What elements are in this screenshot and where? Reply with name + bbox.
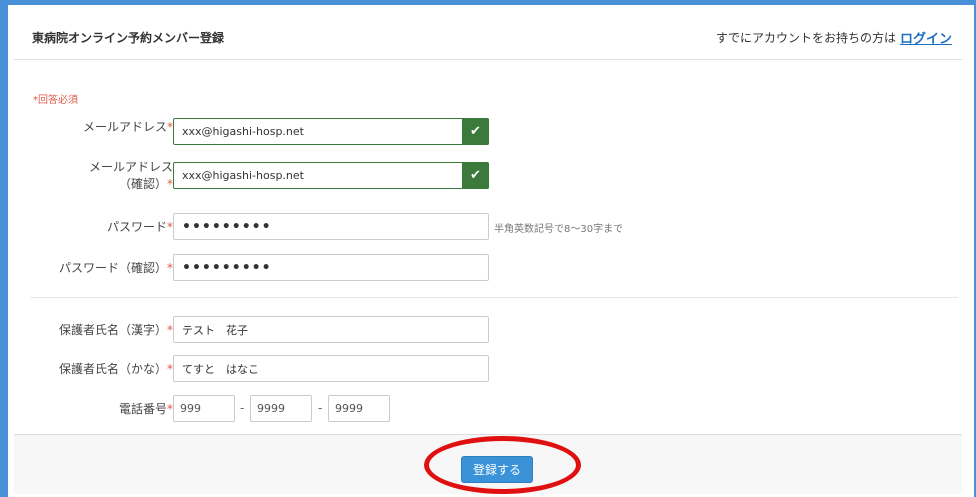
guardian-kanji-field[interactable]: テスト 花子 [173,316,489,343]
guardian-kana-label: 保護者氏名（かな）* [58,362,173,376]
password-confirm-row: パスワード（確認）* ••••••••• [14,254,962,284]
phone-part1-field[interactable]: 999 [173,395,235,422]
password-hint: 半角英数記号で8～30字まで [494,224,624,235]
check-icon: ✔ [462,118,489,145]
login-prompt-group: すでにアカウントをお持ちの方は ログイン [716,28,952,47]
phone-row: 電話番号* 999 - 9999 - 9999 [14,395,962,425]
login-link[interactable]: ログイン [900,28,952,47]
email-confirm-label: メールアドレス （確認）* [88,160,173,191]
page-title: 東病院オンライン予約メンバー登録 [32,31,225,45]
check-icon: ✔ [462,162,489,189]
section-divider [30,297,958,298]
phone-part2-field[interactable]: 9999 [250,395,312,422]
email-confirm-row: メールアドレス （確認）* xxx@higashi-hosp.net ✔ [14,160,962,192]
register-button[interactable]: 登録する [461,456,533,483]
email-confirm-field[interactable]: xxx@higashi-hosp.net ✔ [173,162,489,189]
email-label: メールアドレス* [82,120,173,134]
phone-label: 電話番号* [118,402,173,416]
form-footer: 登録する [14,434,962,494]
phone-part3-field[interactable]: 9999 [328,395,390,422]
phone-separator: - [318,401,323,415]
guardian-kana-field[interactable]: てすと はなこ [173,355,489,382]
phone-separator: - [240,401,245,415]
password-confirm-label: パスワード（確認）* [58,261,173,275]
email-field[interactable]: xxx@higashi-hosp.net ✔ [173,118,489,145]
password-field[interactable]: ••••••••• [173,213,489,240]
guardian-kanji-row: 保護者氏名（漢字）* テスト 花子 [14,316,962,346]
guardian-kanji-label: 保護者氏名（漢字）* [58,323,173,337]
guardian-kana-row: 保護者氏名（かな）* てすと はなこ [14,355,962,385]
password-confirm-field[interactable]: ••••••••• [173,254,489,281]
password-row: パスワード* ••••••••• 半角英数記号で8～30字まで [14,213,962,243]
password-label: パスワード* [106,220,173,234]
email-row: メールアドレス* xxx@higashi-hosp.net ✔ [14,118,962,148]
form-header: 東病院オンライン予約メンバー登録 すでにアカウントをお持ちの方は ログイン [14,16,962,60]
required-note: *回答必須 [33,95,78,106]
login-prompt-text: すでにアカウントをお持ちの方は [715,31,896,45]
